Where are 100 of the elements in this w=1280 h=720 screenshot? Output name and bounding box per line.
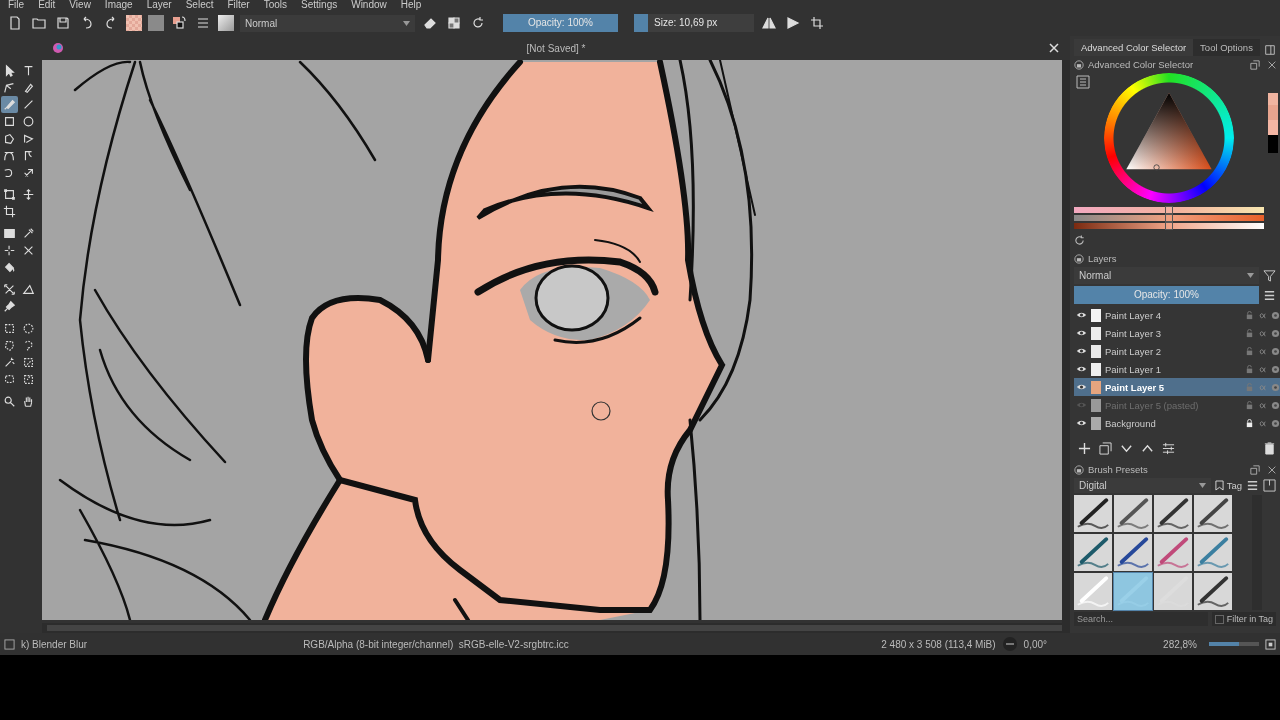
brush-preset-button[interactable] xyxy=(1114,495,1152,532)
dock-tab[interactable]: Advanced Color Selector xyxy=(1074,39,1194,56)
save-icon[interactable] xyxy=(56,16,70,30)
checkerboard-icon[interactable] xyxy=(447,16,461,30)
filter-icon[interactable] xyxy=(1263,269,1276,282)
mirror-horizontal-icon[interactable] xyxy=(762,16,776,30)
blend-mode-dropdown[interactable]: Normal xyxy=(240,14,415,32)
brush-preset-icon[interactable] xyxy=(4,638,15,650)
add-icon[interactable] xyxy=(1078,442,1091,455)
tag-dropdown[interactable]: Digital xyxy=(1074,478,1211,493)
slider-handle[interactable] xyxy=(1165,214,1173,222)
menu-item[interactable]: Settings xyxy=(301,0,338,10)
layer-row[interactable]: Paint Layer 5 xyxy=(1074,378,1280,396)
cross-frame-icon xyxy=(3,283,16,296)
eye-icon[interactable] xyxy=(1076,329,1087,337)
float-panel-icon[interactable] xyxy=(1250,59,1260,70)
brush-preset-button[interactable] xyxy=(1194,495,1232,532)
zoom-slider[interactable] xyxy=(1209,642,1259,646)
menu-item[interactable]: View xyxy=(69,0,91,10)
float-panel-icon[interactable] xyxy=(1250,464,1260,475)
refresh-icon[interactable] xyxy=(1074,235,1085,246)
brush-preset-button[interactable] xyxy=(1154,495,1192,532)
transform-tool-button[interactable] xyxy=(1,186,18,203)
settings-list-icon[interactable] xyxy=(1076,75,1090,89)
crop-tool-button[interactable] xyxy=(1,203,18,220)
slider-handle[interactable] xyxy=(1165,222,1173,230)
layer-name: Paint Layer 4 xyxy=(1105,309,1162,321)
lock-icon[interactable] xyxy=(1074,464,1084,475)
eye-icon[interactable] xyxy=(1076,383,1087,391)
brush-preset-thumbnail[interactable] xyxy=(218,15,234,31)
layer-row[interactable]: Background xyxy=(1074,414,1280,432)
lock-icon[interactable] xyxy=(1245,418,1254,428)
layer-row[interactable]: Paint Layer 3 xyxy=(1074,324,1280,342)
freehand-path-icon xyxy=(22,149,35,162)
eye-icon[interactable] xyxy=(1076,419,1087,427)
dock-tab[interactable]: Tool Options xyxy=(1193,39,1260,56)
reload-icon[interactable] xyxy=(471,16,485,30)
wraparound-icon[interactable] xyxy=(810,16,824,30)
panel-title: Advanced Color Selector xyxy=(1088,59,1195,70)
brush-settings-icon[interactable] xyxy=(196,16,210,30)
menu-item[interactable]: File xyxy=(8,0,25,10)
color-slider[interactable] xyxy=(1074,215,1264,221)
mirror-vertical-icon[interactable] xyxy=(786,16,800,30)
slider-handle[interactable] xyxy=(1165,206,1173,214)
layer-row[interactable]: Paint Layer 4 xyxy=(1074,306,1280,324)
swap-colors-icon[interactable] xyxy=(172,16,186,30)
brush-preset-button[interactable] xyxy=(1114,534,1152,571)
foreground-color-swatch[interactable] xyxy=(126,15,142,31)
lock-icon[interactable] xyxy=(1074,253,1084,264)
cross-frame-tool-button[interactable] xyxy=(1,281,18,298)
similar-color-select-icon xyxy=(22,356,35,369)
close-icon[interactable] xyxy=(1267,59,1277,70)
eye-icon[interactable] xyxy=(1076,347,1087,355)
eye-icon[interactable] xyxy=(1076,311,1087,319)
duplicate-icon[interactable] xyxy=(1099,442,1112,455)
brush-preset-button[interactable] xyxy=(1194,573,1232,610)
panel-title: Layers xyxy=(1088,253,1118,264)
layer-row[interactable]: Paint Layer 2 xyxy=(1074,342,1280,360)
move-down-icon[interactable] xyxy=(1120,442,1133,455)
folder-icon[interactable] xyxy=(32,16,46,30)
filter-in-tag-checkbox[interactable]: Filter in Tag xyxy=(1211,612,1276,627)
background-color-swatch[interactable] xyxy=(148,15,164,31)
close-icon[interactable] xyxy=(1267,464,1277,475)
color-slider[interactable] xyxy=(1074,223,1264,229)
brush-name: k) Blender Blur xyxy=(21,638,88,650)
menu-icon[interactable] xyxy=(1246,479,1259,492)
save-icon[interactable] xyxy=(1263,479,1276,492)
layer-row[interactable]: Paint Layer 1 xyxy=(1074,360,1280,378)
menu-item[interactable]: Tools xyxy=(263,0,288,10)
menu-item[interactable]: Window xyxy=(351,0,387,10)
menu-item[interactable]: Image xyxy=(104,0,133,10)
close-icon[interactable] xyxy=(1048,42,1060,54)
size-slider[interactable]: Size: 10,69 px xyxy=(634,14,754,32)
menu-item[interactable]: Help xyxy=(400,0,422,10)
blend-mode-dropdown[interactable]: Normal xyxy=(1074,267,1259,284)
properties-icon[interactable] xyxy=(1162,442,1175,455)
brush-preset-button[interactable] xyxy=(1074,495,1112,532)
search-field[interactable]: Search... xyxy=(1074,612,1208,627)
move-up-icon[interactable] xyxy=(1141,442,1154,455)
tag-button[interactable]: Tag xyxy=(1214,480,1242,491)
menu-item[interactable]: Select xyxy=(185,0,214,10)
color-history-swatches[interactable] xyxy=(1268,93,1278,153)
horizontal-scrollbar[interactable] xyxy=(42,623,1070,633)
bookmark-icon xyxy=(1214,480,1224,491)
layer-thumbnail xyxy=(1091,326,1101,340)
color-slider[interactable] xyxy=(1074,207,1264,213)
menu-item[interactable]: Edit xyxy=(38,0,56,10)
eye-icon[interactable] xyxy=(1076,365,1087,373)
menu-item[interactable]: Layer xyxy=(146,0,172,10)
layer-thumbnail xyxy=(1091,380,1101,394)
menu-icon[interactable] xyxy=(1263,288,1276,302)
fullscreen-icon[interactable] xyxy=(1265,638,1276,650)
menu-item[interactable]: Filter xyxy=(227,0,250,10)
dock-layout-icon[interactable] xyxy=(1264,44,1276,56)
new-document-icon[interactable] xyxy=(8,16,22,30)
trash-icon[interactable] xyxy=(1263,442,1276,455)
eraser-icon[interactable] xyxy=(423,16,437,30)
lock-icon[interactable] xyxy=(1074,59,1084,70)
vertical-scrollbar[interactable] xyxy=(1062,60,1070,623)
brush-preset-button[interactable] xyxy=(1074,534,1112,571)
